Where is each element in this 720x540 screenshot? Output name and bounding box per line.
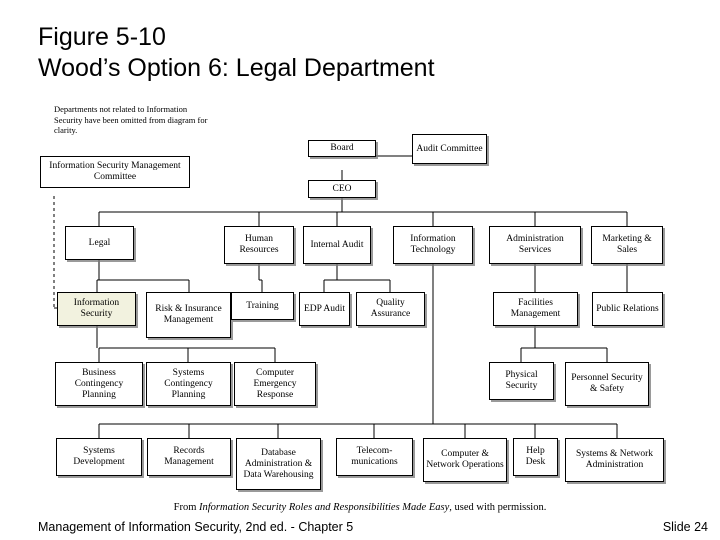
node-telecommunications[interactable]: Telecom- munications	[336, 438, 413, 476]
node-records-management[interactable]: Records Management	[147, 438, 231, 476]
footer-course-label: Management of Information Security, 2nd …	[38, 520, 354, 534]
title-line-1: Figure 5-10	[38, 23, 166, 51]
attribution-suffix: , used with permission.	[449, 502, 547, 513]
node-quality-assurance[interactable]: Quality Assurance	[356, 292, 425, 326]
diagram-note: Departments not related to Information S…	[54, 104, 208, 135]
node-business-contingency-planning[interactable]: Business Contingency Planning	[55, 362, 143, 406]
node-administration-services[interactable]: Administration Services	[489, 226, 581, 264]
node-help-desk[interactable]: Help Desk	[513, 438, 558, 476]
node-information-security[interactable]: Information Security	[57, 292, 136, 326]
node-facilities-management[interactable]: Facilities Management	[493, 292, 578, 326]
node-information-technology[interactable]: Information Technology	[393, 226, 473, 264]
attribution-prefix: From	[173, 502, 200, 513]
title-line-2: Wood’s Option 6: Legal Department	[38, 54, 435, 82]
node-systems-contingency-planning[interactable]: Systems Contingency Planning	[146, 362, 231, 406]
footer-slide-number: Slide 24	[662, 520, 708, 534]
node-edp-audit[interactable]: EDP Audit	[299, 292, 350, 326]
node-internal-audit[interactable]: Internal Audit	[303, 226, 371, 264]
node-human-resources[interactable]: Human Resources	[224, 226, 294, 264]
node-legal[interactable]: Legal	[65, 226, 134, 260]
node-systems-development[interactable]: Systems Development	[56, 438, 142, 476]
node-training[interactable]: Training	[231, 292, 294, 320]
page-title: Figure 5-10 Wood’s Option 6: Legal Depar…	[38, 22, 678, 84]
node-personnel-security-safety[interactable]: Personnel Security & Safety	[565, 362, 649, 406]
attribution-book-title: Information Security Roles and Responsib…	[199, 502, 450, 513]
org-chart-diagram: Departments not related to Information S…	[0, 98, 720, 498]
node-physical-security[interactable]: Physical Security	[489, 362, 554, 400]
slide-footer: Management of Information Security, 2nd …	[0, 519, 720, 540]
node-ceo[interactable]: CEO	[308, 180, 376, 198]
node-database-administration[interactable]: Database Administration & Data Warehousi…	[236, 438, 321, 490]
node-audit-committee[interactable]: Audit Committee	[412, 134, 487, 164]
node-risk-insurance-management[interactable]: Risk & Insurance Management	[146, 292, 231, 338]
node-computer-network-operations[interactable]: Computer & Network Operations	[423, 438, 507, 482]
node-is-management-committee[interactable]: Information Security Management Committe…	[40, 156, 190, 188]
node-systems-network-administration[interactable]: Systems & Network Administration	[565, 438, 664, 482]
attribution: From Information Security Roles and Resp…	[0, 501, 720, 514]
node-computer-emergency-response[interactable]: Computer Emergency Response	[234, 362, 316, 406]
node-board[interactable]: Board	[308, 140, 376, 157]
node-marketing-sales[interactable]: Marketing & Sales	[591, 226, 663, 264]
node-public-relations[interactable]: Public Relations	[592, 292, 663, 326]
